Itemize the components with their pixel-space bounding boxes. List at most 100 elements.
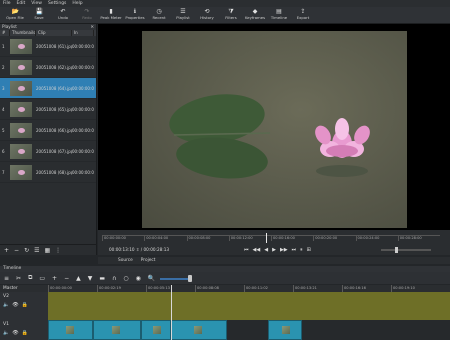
toolbar-label: Redo bbox=[82, 15, 92, 20]
playlist-row[interactable]: 2 20051008 (62).jpg 00:00:00:0 bbox=[0, 57, 96, 78]
timeline-tick-label: 00:00:11:02 bbox=[244, 285, 293, 292]
transport-control-icon[interactable]: ⏭ bbox=[292, 246, 297, 255]
track-v2[interactable] bbox=[48, 292, 450, 320]
playlist-row[interactable]: 1 20051008 (61).jpg 00:00:00:0 bbox=[0, 36, 96, 57]
playlist-tool-icon[interactable]: − bbox=[14, 247, 19, 254]
timeline-clip[interactable] bbox=[93, 320, 141, 340]
timecode-display[interactable]: 00:00:13:10 ⇳ / 00:00:28:13 bbox=[109, 247, 169, 252]
playlist-tool-icon[interactable]: + bbox=[4, 247, 9, 254]
transport-control-icon[interactable]: ⏸ bbox=[300, 246, 303, 255]
clip-name: 20051008 (62).jpg bbox=[36, 64, 72, 70]
filters-button[interactable]: ⧩ Filters bbox=[219, 7, 243, 24]
timeline-clip[interactable] bbox=[268, 320, 302, 340]
menu-edit[interactable]: Edit bbox=[17, 0, 26, 7]
redo-button[interactable]: ↷ Redo bbox=[75, 7, 99, 24]
timeline-clip[interactable] bbox=[141, 320, 171, 340]
transport-control-icon[interactable]: ◀ bbox=[264, 246, 268, 255]
timeline-tool-icon[interactable]: ▲ bbox=[76, 275, 81, 282]
mute-icon[interactable]: 🔈 bbox=[3, 330, 9, 336]
playlist-row[interactable]: 6 20051008 (67).jpg 00:00:00:0 bbox=[0, 141, 96, 162]
undo-icon: ↶ bbox=[60, 8, 66, 15]
recent-button[interactable]: ◷ Recent bbox=[147, 7, 171, 24]
export-icon: ⇪ bbox=[300, 8, 306, 15]
transport-control-icon[interactable]: ▶ bbox=[272, 246, 276, 255]
export-button[interactable]: ⇪ Export bbox=[291, 7, 315, 24]
timeline-tool-icon[interactable]: 🔍 bbox=[148, 275, 155, 282]
zoom-slider-handle[interactable] bbox=[188, 275, 192, 282]
playlist-tool-icon[interactable]: ⋮ bbox=[55, 247, 61, 254]
playlist-tool-icon[interactable]: ↻ bbox=[24, 247, 29, 254]
toolbar-label: Peak Meter bbox=[100, 15, 122, 20]
transport-control-icon[interactable]: ▶▶ bbox=[280, 246, 288, 255]
timeline-clip[interactable] bbox=[48, 320, 93, 340]
clip-thumbnail bbox=[10, 59, 32, 75]
menu-help[interactable]: Help bbox=[72, 0, 82, 7]
timeline-tool-icon[interactable]: ○ bbox=[123, 275, 128, 282]
playlist-row[interactable]: 3 20051008 (64).jpg 00:00:00:0 bbox=[0, 78, 96, 99]
timeline-toolbar: ≡ ✂ ⧉ ▭ + − ▲ ▼ ▬ ∩ ○ ◉ 🔍 bbox=[0, 272, 450, 284]
timeline-tool-icon[interactable]: ≡ bbox=[4, 275, 9, 282]
transport-control-icon[interactable]: ⏮ bbox=[244, 246, 249, 255]
transport-control-icon[interactable]: ◀◀ bbox=[253, 246, 261, 255]
track-name: V1 bbox=[3, 322, 9, 327]
column-header[interactable]: Thumbnails bbox=[10, 30, 36, 36]
timeline-tool-icon[interactable]: ▬ bbox=[99, 275, 105, 282]
playlist-panel: Playlist ✕ # Thumbnails Clip In 1 20051008 (… bbox=[0, 24, 97, 255]
row-number: 7 bbox=[2, 169, 5, 175]
column-header[interactable]: # bbox=[0, 30, 10, 36]
zoom-slider[interactable] bbox=[160, 278, 188, 280]
timeline-tool-icon[interactable]: ▭ bbox=[39, 275, 45, 282]
track-header-v2[interactable]: V2 🔈 👁 🔒 bbox=[0, 292, 48, 320]
timeline-clip[interactable] bbox=[171, 320, 227, 340]
timecode-spin-icon[interactable]: ⇳ bbox=[136, 247, 140, 252]
keyframes-button[interactable]: ◆ Keyframes bbox=[243, 7, 267, 24]
playlist-row[interactable]: 5 20051008 (66).jpg 00:00:00:0 bbox=[0, 120, 96, 141]
lock-icon[interactable]: 🔒 bbox=[22, 302, 28, 308]
timeline-playhead[interactable] bbox=[171, 285, 172, 340]
clip-name: 20051008 (67).jpg bbox=[36, 148, 72, 154]
transport-control-icon[interactable]: ⊞ bbox=[307, 246, 311, 255]
timeline-tool-icon[interactable]: ∩ bbox=[112, 275, 116, 282]
peak-meter-icon: ▮ bbox=[109, 8, 113, 15]
track-v1[interactable] bbox=[48, 320, 450, 340]
playlist-tool-icon[interactable]: ☰ bbox=[34, 247, 39, 254]
lock-icon[interactable]: 🔒 bbox=[22, 330, 28, 336]
viewer-ruler[interactable]: 00:00:00:00 00:00:04:00 00:00:08:00 00:00:1… bbox=[102, 235, 440, 241]
timeline-button[interactable]: ▤ Timeline bbox=[267, 7, 291, 24]
track-header-v1[interactable]: V1 🔈 👁 🔒 bbox=[0, 320, 48, 340]
menu-settings[interactable]: Settings bbox=[48, 0, 66, 7]
menu-view[interactable]: View bbox=[31, 0, 42, 7]
volume-slider[interactable] bbox=[381, 247, 431, 253]
timeline-icon: ▤ bbox=[276, 8, 282, 15]
tab-source[interactable]: Source bbox=[118, 257, 133, 264]
ruler-tick-label: 00:00:04:00 bbox=[144, 236, 186, 241]
playlist-tool-icon[interactable]: ▦ bbox=[44, 247, 50, 254]
timeline-tool-icon[interactable]: − bbox=[64, 275, 69, 282]
recent-icon: ◷ bbox=[156, 8, 162, 15]
column-header[interactable]: In bbox=[72, 30, 94, 36]
current-timecode[interactable]: 00:00:13:10 bbox=[109, 247, 135, 252]
eye-icon[interactable]: 👁 bbox=[12, 302, 18, 308]
timeline-tool-icon[interactable]: ⧉ bbox=[28, 274, 32, 282]
playlist-row[interactable]: 7 20051008 (68).jpg 00:00:00:0 bbox=[0, 162, 96, 183]
playlist-button[interactable]: ☰ Playlist bbox=[171, 7, 195, 24]
viewer-playhead[interactable] bbox=[266, 233, 267, 243]
properties-button[interactable]: ℹ Properties bbox=[123, 7, 147, 24]
save-button[interactable]: 💾 Save bbox=[27, 7, 51, 24]
timeline-tool-icon[interactable]: + bbox=[52, 275, 57, 282]
timeline-tool-icon[interactable]: ✂ bbox=[16, 275, 21, 282]
playlist-row[interactable]: 4 20051008 (65).jpg 00:00:00:0 bbox=[0, 99, 96, 120]
eye-icon[interactable]: 👁 bbox=[12, 330, 18, 336]
mute-icon[interactable]: 🔈 bbox=[3, 302, 9, 308]
timeline-ruler[interactable]: 00:00:00:00 00:00:02:19 00:00:05:13 00:00:0… bbox=[48, 285, 450, 292]
peak-meter-button[interactable]: ▮ Peak Meter bbox=[99, 7, 123, 24]
tab-project[interactable]: Project bbox=[141, 257, 156, 264]
menu-file[interactable]: File bbox=[3, 0, 11, 7]
timeline-tick-label: 00:00:19:10 bbox=[391, 285, 440, 292]
undo-button[interactable]: ↶ Undo bbox=[51, 7, 75, 24]
timeline-tool-icon[interactable]: ▼ bbox=[88, 275, 93, 282]
timeline-tool-icon[interactable]: ◉ bbox=[136, 275, 141, 282]
column-header[interactable]: Clip bbox=[36, 30, 72, 36]
open-file-button[interactable]: 📂 Open File bbox=[3, 7, 27, 24]
history-button[interactable]: ⟲ History bbox=[195, 7, 219, 24]
